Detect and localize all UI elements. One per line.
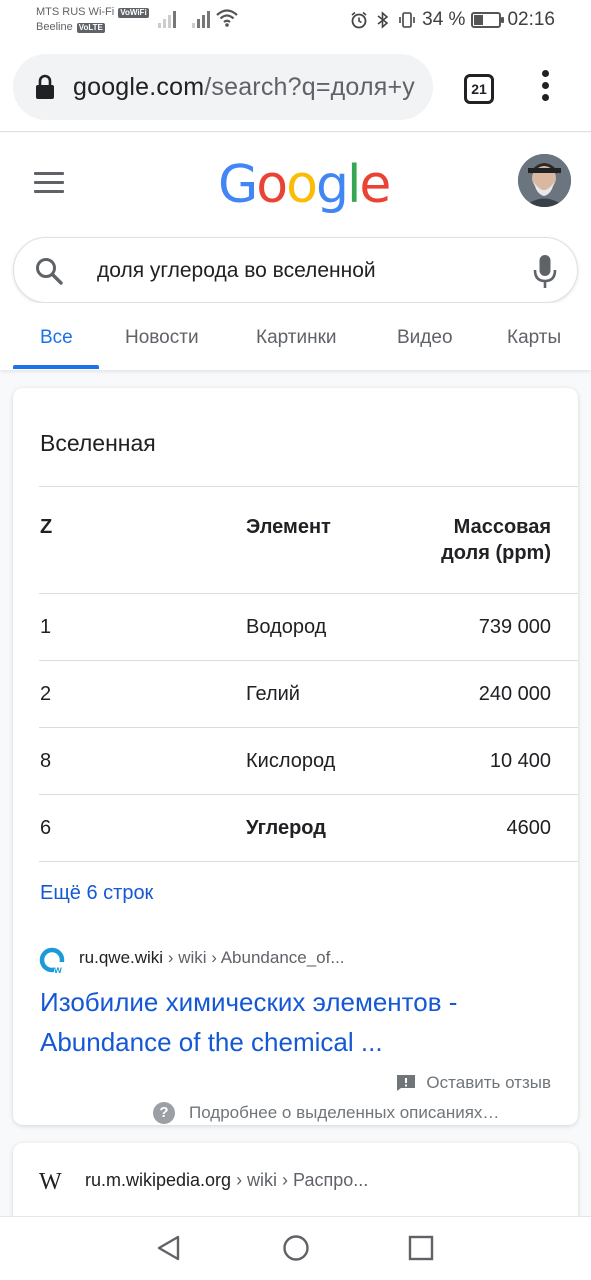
result-source-path: › wiki › Распро... bbox=[231, 1170, 369, 1190]
battery-fill bbox=[474, 15, 484, 25]
search-icon[interactable] bbox=[34, 256, 64, 286]
logo-letter: o bbox=[286, 155, 318, 215]
logo-letter: G bbox=[218, 155, 258, 215]
signal-1-icon bbox=[158, 10, 176, 28]
row-element: Кислород bbox=[246, 750, 336, 772]
row-z: 1 bbox=[40, 616, 52, 638]
search-box[interactable]: доля углерода во вселенной bbox=[13, 237, 578, 303]
row-element: Водород bbox=[246, 616, 327, 638]
vowifi-badge: VoWiFi bbox=[118, 7, 149, 18]
more-options-icon[interactable] bbox=[538, 70, 552, 110]
carrier-2-name: Beeline bbox=[36, 21, 73, 33]
row-z: 6 bbox=[40, 817, 52, 839]
clock: 02:16 bbox=[507, 9, 555, 30]
logo-letter: g bbox=[315, 155, 349, 215]
volte-badge: VoLTE bbox=[76, 22, 105, 33]
divider bbox=[39, 660, 578, 661]
url-path: /search?q=доля+у bbox=[204, 72, 416, 101]
address-bar[interactable]: google.com/search?q=доля+у bbox=[13, 54, 433, 120]
wikipedia-icon: W bbox=[39, 1169, 62, 1195]
vibrate-icon bbox=[399, 12, 415, 28]
tab-maps[interactable]: Карты bbox=[507, 327, 561, 349]
carrier-info: MTS RUS Wi-Fi VoWiFi Beeline VoLTE bbox=[36, 5, 149, 35]
row-z: 8 bbox=[40, 750, 52, 772]
logo-letter: l bbox=[346, 155, 362, 215]
system-navigation-bar bbox=[0, 1216, 591, 1280]
signal-2-icon bbox=[192, 10, 210, 28]
header-z: Z bbox=[40, 516, 53, 538]
row-element: Гелий bbox=[246, 683, 300, 705]
result-title-link[interactable]: Изобилие химических элементов - Abundanc… bbox=[40, 982, 550, 1062]
result-source-host: ru.m.wikipedia.org bbox=[85, 1170, 232, 1190]
tab-video[interactable]: Видео bbox=[397, 327, 453, 349]
recents-icon[interactable] bbox=[406, 1233, 436, 1263]
home-icon[interactable] bbox=[281, 1233, 311, 1263]
divider bbox=[39, 593, 578, 594]
lock-icon[interactable] bbox=[35, 74, 55, 100]
source-path: › wiki › Abundance_of... bbox=[163, 948, 345, 967]
back-icon[interactable] bbox=[154, 1233, 184, 1263]
source-host: ru.qwe.wiki bbox=[79, 948, 164, 967]
result-source-url[interactable]: ru.m.wikipedia.org › wiki › Распро... bbox=[85, 1170, 368, 1191]
tab-images[interactable]: Картинки bbox=[256, 327, 337, 349]
bluetooth-icon bbox=[377, 11, 389, 29]
divider bbox=[39, 861, 578, 862]
wifi-icon bbox=[216, 9, 238, 27]
search-input[interactable]: доля углерода во вселенной bbox=[97, 259, 376, 283]
divider bbox=[39, 486, 578, 487]
header-mass-line2: доля (ppm) bbox=[441, 542, 551, 564]
header-element: Элемент bbox=[246, 516, 331, 538]
tab-switcher-button[interactable]: 21 bbox=[464, 74, 494, 104]
alarm-icon bbox=[351, 11, 367, 29]
battery-percent: 34 % bbox=[422, 9, 466, 30]
google-logo[interactable]: Google bbox=[218, 155, 391, 215]
row-z: 2 bbox=[40, 683, 52, 705]
microphone-icon[interactable] bbox=[532, 254, 558, 290]
about-label: Подробнее о выделенных описаниях… bbox=[189, 1103, 500, 1122]
logo-letter: o bbox=[256, 155, 288, 215]
more-rows-link[interactable]: Ещё 6 строк bbox=[40, 882, 153, 905]
snippet-title: Вселенная bbox=[40, 430, 156, 456]
divider bbox=[39, 727, 578, 728]
header-mass-line1: Массовая bbox=[453, 516, 551, 538]
row-value: 10 400 bbox=[489, 750, 551, 772]
search-area: доля углерода во вселенной bbox=[0, 233, 591, 303]
feedback-link[interactable]: Оставить отзыв bbox=[396, 1073, 551, 1093]
qwe-wiki-favicon: w bbox=[39, 947, 66, 975]
row-value: 739 000 bbox=[478, 616, 551, 638]
feedback-label: Оставить отзыв bbox=[426, 1073, 551, 1092]
google-header: Google bbox=[0, 133, 591, 233]
url-text[interactable]: google.com/search?q=доля+у bbox=[73, 73, 415, 102]
featured-snippet-card: Вселенная Z Элемент Массовая доля (ppm) … bbox=[13, 388, 578, 1125]
divider bbox=[39, 794, 578, 795]
about-snippets-link[interactable]: ? Подробнее о выделенных описаниях… bbox=[153, 1102, 499, 1124]
source-url[interactable]: ru.qwe.wiki › wiki › Abundance_of... bbox=[79, 948, 345, 968]
help-icon: ? bbox=[153, 1102, 175, 1124]
row-value: 4600 bbox=[506, 817, 552, 839]
status-bar: MTS RUS Wi-Fi VoWiFi Beeline VoLTE 34 % 02… bbox=[0, 0, 591, 44]
tab-news[interactable]: Новости bbox=[125, 327, 199, 349]
battery-icon bbox=[471, 12, 505, 28]
menu-icon[interactable] bbox=[34, 172, 64, 194]
carrier-1-name: MTS RUS Wi-Fi bbox=[36, 6, 115, 18]
logo-letter: e bbox=[359, 155, 391, 215]
tab-all[interactable]: Все bbox=[40, 327, 73, 349]
svg-text:w: w bbox=[53, 965, 62, 975]
avatar[interactable] bbox=[518, 154, 571, 207]
feedback-icon bbox=[397, 1075, 416, 1091]
row-element: Углерод bbox=[246, 817, 326, 839]
url-host: google.com bbox=[73, 72, 205, 101]
search-tabs: Все Новости Картинки Видео Карты bbox=[0, 303, 591, 370]
browser-toolbar: google.com/search?q=доля+у 21 bbox=[0, 44, 591, 132]
active-tab-indicator bbox=[13, 365, 99, 369]
row-value: 240 000 bbox=[478, 683, 551, 705]
